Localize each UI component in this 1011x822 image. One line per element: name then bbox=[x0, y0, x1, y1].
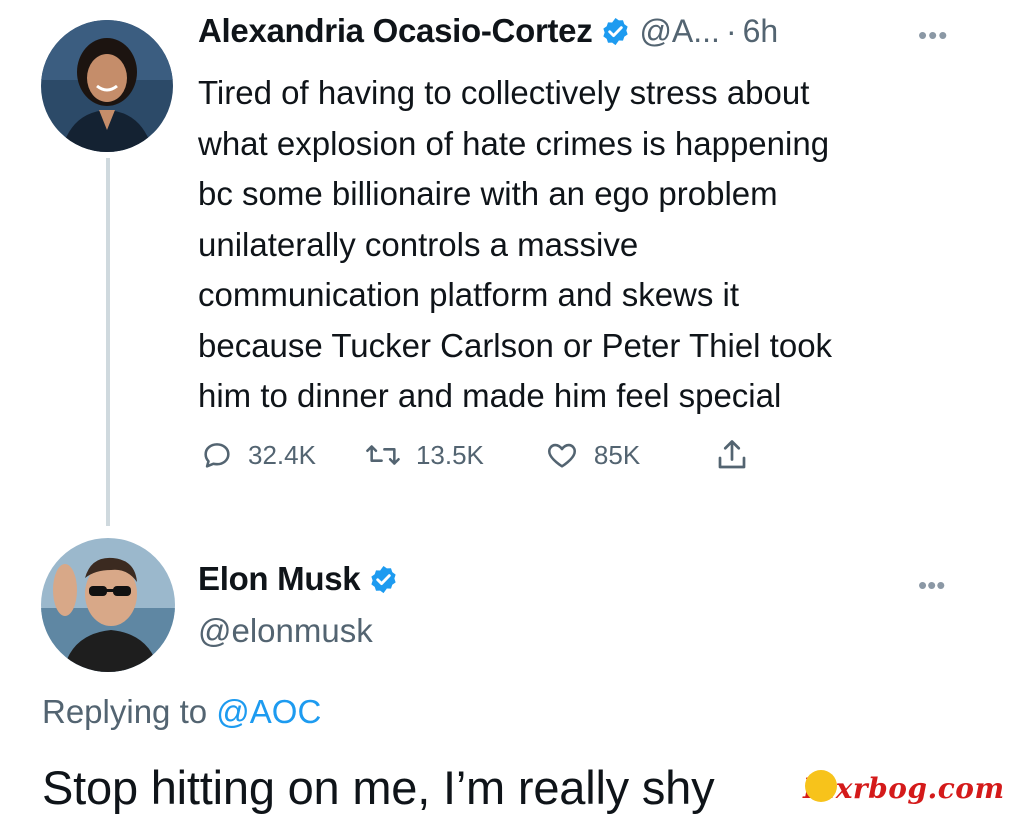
replying-to-line: Replying to @AOC bbox=[42, 693, 321, 731]
tweet-text-line: what explosion of hate crimes is happeni… bbox=[198, 124, 830, 162]
share-icon bbox=[718, 440, 746, 469]
tweet-text-line: bc some billionaire with an ego problem bbox=[198, 175, 778, 212]
watermark: Pixrbog.com bbox=[803, 770, 1005, 805]
tweet1-action-bar: 32.4K 13.5K 85K bbox=[200, 432, 750, 478]
more-options-icon[interactable]: ••• bbox=[918, 22, 948, 48]
tweet-timestamp[interactable]: 6h bbox=[743, 13, 779, 50]
more-options-icon[interactable]: ••• bbox=[918, 570, 945, 601]
author-name[interactable]: Elon Musk bbox=[198, 560, 361, 598]
tweet-text-line: because Tucker Carlson or Peter Thiel to… bbox=[198, 326, 833, 364]
tweet2-body: Stop hitting on me, I’m really shy bbox=[42, 761, 715, 814]
tweet-text-line: him to dinner and made him feel special bbox=[198, 377, 782, 414]
retweet-icon bbox=[366, 445, 400, 465]
emoji-icon bbox=[805, 770, 837, 802]
share-button[interactable] bbox=[714, 436, 750, 474]
replying-to-mention[interactable]: @AOC bbox=[216, 693, 321, 730]
avatar-photo-elon bbox=[41, 538, 175, 672]
reply-button[interactable]: 32.4K bbox=[200, 438, 316, 472]
author-handle[interactable]: @A... bbox=[639, 13, 720, 50]
tweet-text-line: unilaterally controls a massive bbox=[198, 225, 639, 263]
reply-count: 32.4K bbox=[248, 439, 316, 470]
reply-icon bbox=[204, 443, 230, 468]
author-name[interactable]: Alexandria Ocasio-Cortez bbox=[198, 12, 593, 50]
heart-icon bbox=[547, 443, 576, 468]
verified-badge-icon bbox=[600, 16, 631, 47]
author-handle[interactable]: @elonmusk bbox=[198, 612, 373, 650]
tweet1-body: Tired of having to collectively stress a… bbox=[198, 68, 988, 422]
author-avatar-elon[interactable] bbox=[41, 538, 175, 672]
verified-badge-icon bbox=[368, 564, 399, 595]
separator-dot: · bbox=[725, 12, 737, 49]
tweet-text-line: communication platform and skews it bbox=[198, 276, 740, 313]
tweet1-header: Alexandria Ocasio-Cortez @A... · 6h bbox=[198, 12, 778, 50]
tweet-text-line: Tired of having to collectively stress a… bbox=[198, 74, 810, 111]
tweet2-header: Elon Musk bbox=[198, 560, 407, 598]
like-button[interactable]: 85K bbox=[544, 438, 640, 472]
like-count: 85K bbox=[593, 439, 641, 470]
retweet-button[interactable]: 13.5K bbox=[364, 438, 484, 472]
avatar-photo-aoc bbox=[41, 20, 173, 152]
retweet-count: 13.5K bbox=[415, 439, 484, 470]
replying-to-label: Replying to bbox=[42, 693, 208, 730]
author-avatar-aoc[interactable] bbox=[41, 20, 173, 152]
thread-connector-line bbox=[106, 158, 110, 526]
